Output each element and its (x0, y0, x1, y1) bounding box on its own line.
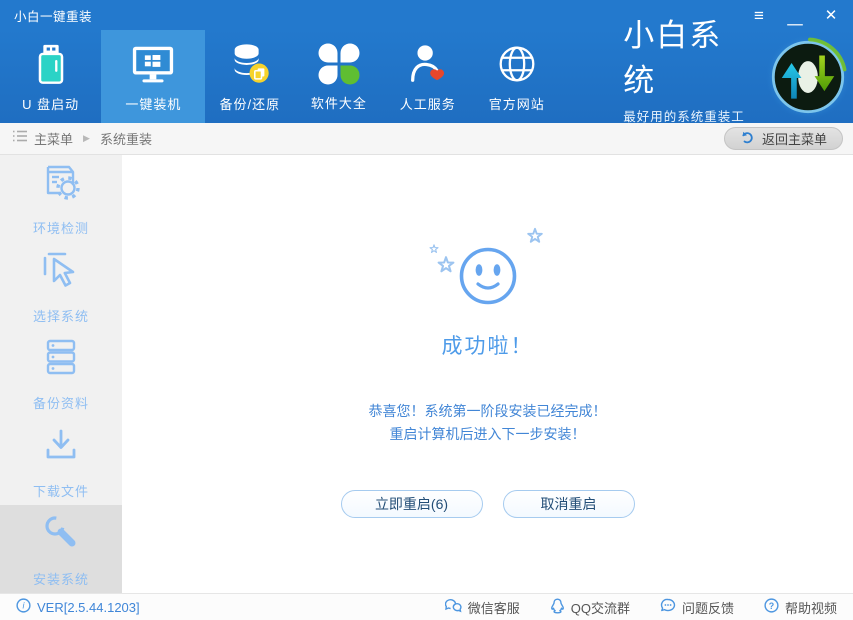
restart-now-button[interactable]: 立即重启(6) (341, 490, 483, 518)
breadcrumb-arrow-icon: ▶ (83, 133, 90, 144)
minimize-icon[interactable]: ＿ (787, 11, 803, 26)
sidebar-item-backup-data[interactable]: 备份资料 (0, 330, 122, 418)
cursor-icon (39, 248, 83, 297)
window-title: 小白一键重装 (14, 6, 92, 25)
breadcrumb-current: 系统重装 (100, 129, 152, 148)
version-info: i VER[2.5.44.1203] (16, 598, 140, 616)
nav-item-software-center[interactable]: 软件大全 (294, 30, 383, 123)
success-headline: 成功啦！ (442, 330, 534, 360)
footer-link-feedback[interactable]: 问题反馈 (660, 598, 734, 617)
sidebar-item-label: 安装系统 (33, 569, 89, 588)
download-icon (39, 423, 83, 472)
wechat-icon (445, 598, 462, 616)
main-content: 成功啦！ 恭喜您！系统第一阶段安装已经完成！ 重启计算机后进入下一步安装！ 立即… (122, 155, 853, 593)
monitor-icon (129, 41, 177, 87)
breadcrumb-bar: 主菜单 ▶ 系统重装 返回主菜单 (0, 123, 853, 155)
sidebar-item-label: 环境检测 (33, 218, 89, 237)
database-icon (227, 41, 273, 87)
svg-text:?: ? (769, 601, 774, 611)
top-nav: U 盘启动 一键装机 (0, 30, 853, 123)
nav-item-backup-restore[interactable]: 备份/还原 (205, 30, 294, 123)
footer-link-label: QQ交流群 (571, 598, 630, 617)
wrench-icon (39, 511, 83, 560)
box-gear-icon (39, 160, 83, 209)
restart-actions: 立即重启(6) 取消重启 (341, 490, 635, 518)
svg-text:i: i (23, 601, 26, 611)
app-window: 小白一键重装 ≡ ＿ ✕ U 盘启动 (0, 0, 853, 620)
sidebar-item-label: 下载文件 (33, 481, 89, 500)
nav-label: 一键装机 (125, 94, 181, 113)
nav-label: 人工服务 (400, 94, 456, 113)
person-heart-icon (405, 41, 451, 87)
steps-sidebar: 环境检测 选择系统 (0, 155, 122, 593)
sidebar-item-choose-system[interactable]: 选择系统 (0, 243, 122, 331)
message-line-2: 重启计算机后进入下一步安装！ (369, 423, 607, 446)
list-icon (12, 129, 28, 148)
help-circle-icon: ? (764, 598, 779, 616)
nav-item-one-click-install[interactable]: 一键装机 (101, 30, 205, 123)
sidebar-item-env-check[interactable]: 环境检测 (0, 155, 122, 243)
back-arrow-icon (740, 131, 755, 147)
nav-item-usb-boot[interactable]: U 盘启动 (0, 30, 101, 123)
success-messages: 恭喜您！系统第一阶段安装已经完成！ 重启计算机后进入下一步安装！ (369, 400, 607, 446)
version-text: VER[2.5.44.1203] (37, 600, 140, 615)
sidebar-item-install-system[interactable]: 安装系统 (0, 505, 122, 593)
cancel-restart-button[interactable]: 取消重启 (503, 490, 635, 518)
nav-label: U 盘启动 (22, 94, 79, 113)
qq-icon (550, 598, 565, 617)
brand-name: 小白系统 (623, 10, 751, 100)
nav-label: 官方网站 (489, 94, 545, 113)
sidebar-item-label: 备份资料 (33, 393, 89, 412)
footer-link-label: 问题反馈 (682, 598, 734, 617)
nav-item-official-website[interactable]: 官方网站 (472, 30, 561, 123)
nav-label: 备份/还原 (220, 94, 281, 113)
nav-item-human-service[interactable]: 人工服务 (383, 30, 472, 123)
footer: i VER[2.5.44.1203] 微信客服 (0, 593, 853, 620)
footer-link-wechat-support[interactable]: 微信客服 (445, 598, 520, 617)
message-line-1: 恭喜您！系统第一阶段安装已经完成！ (369, 400, 607, 423)
server-icon (39, 335, 83, 384)
sidebar-item-label: 选择系统 (33, 306, 89, 325)
window-controls: ≡ ＿ ✕ (751, 7, 839, 24)
menu-icon[interactable]: ≡ (751, 7, 767, 24)
breadcrumb-root[interactable]: 主菜单 (34, 129, 73, 148)
brand-logo (763, 30, 853, 123)
footer-link-label: 帮助视频 (785, 598, 837, 617)
info-icon: i (16, 598, 31, 616)
apps-clover-icon (317, 42, 361, 86)
usb-icon (28, 41, 74, 87)
nav-label: 软件大全 (311, 93, 367, 112)
close-icon[interactable]: ✕ (823, 8, 839, 23)
feedback-bubble-icon (660, 598, 676, 616)
footer-link-help-video[interactable]: ? 帮助视频 (764, 598, 837, 617)
back-to-main-menu-button[interactable]: 返回主菜单 (724, 127, 843, 150)
footer-link-qq-group[interactable]: QQ交流群 (550, 598, 630, 617)
globe-icon (494, 41, 540, 87)
brand-block: 小白系统 最好用的系统重装工具 (623, 30, 751, 123)
success-smiley-icon (413, 221, 563, 318)
footer-links: 微信客服 QQ交流群 (445, 598, 837, 617)
sidebar-item-download-files[interactable]: 下载文件 (0, 418, 122, 506)
body: 环境检测 选择系统 (0, 155, 853, 593)
footer-link-label: 微信客服 (468, 598, 520, 617)
back-button-label: 返回主菜单 (762, 129, 827, 148)
